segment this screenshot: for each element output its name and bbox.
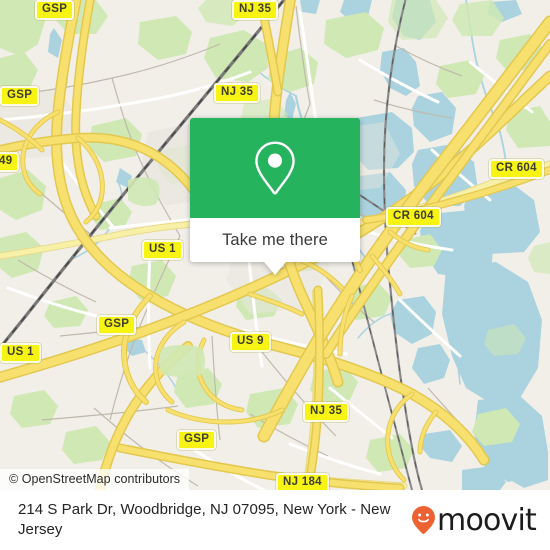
shield-nj35-lower: NJ 35 xyxy=(303,402,350,422)
map-screenshot: GSP NJ 35 GSP NJ 35 49 CR 604 CR 604 US 1 GSP US … xyxy=(0,0,550,550)
take-me-there-button[interactable]: Take me there xyxy=(190,218,360,262)
shield-nj35-top: NJ 35 xyxy=(232,0,279,20)
take-me-there-label: Take me there xyxy=(222,230,328,249)
shield-us1-center: US 1 xyxy=(142,240,183,260)
popup-icon-panel xyxy=(190,118,360,218)
shield-cr604-center-right: CR 604 xyxy=(386,207,441,227)
popup-pointer-tail xyxy=(264,262,286,275)
destination-popup-card[interactable]: Take me there xyxy=(190,118,360,275)
shield-gsp-upper-left: GSP xyxy=(0,86,40,106)
moovit-smiley-pin-icon xyxy=(412,506,435,534)
location-pin-icon xyxy=(255,141,295,195)
osm-attribution[interactable]: © OpenStreetMap contributors xyxy=(0,469,190,490)
shield-cr604-right: CR 604 xyxy=(489,159,544,179)
shield-gsp-bottom: GSP xyxy=(177,430,217,450)
shield-gsp-top: GSP xyxy=(35,0,75,20)
shield-us1-left: US 1 xyxy=(0,343,41,363)
moovit-wordmark: moovit xyxy=(437,503,537,538)
shield-nj35-upper: NJ 35 xyxy=(214,83,261,103)
address-caption: 214 S Park Dr, Woodbridge, NJ 07095, New… xyxy=(18,500,391,538)
shield-us9-center: US 9 xyxy=(230,332,271,352)
shield-gsp-mid-left: GSP xyxy=(97,315,137,335)
moovit-logo[interactable]: moovit xyxy=(410,503,537,538)
shield-49-left-edge: 49 xyxy=(0,152,20,172)
shield-nj184-bottom: NJ 184 xyxy=(276,473,329,490)
caption-bar: 214 S Park Dr, Woodbridge, NJ 07095, New… xyxy=(0,490,550,550)
map-canvas[interactable]: GSP NJ 35 GSP NJ 35 49 CR 604 CR 604 US 1 GSP US … xyxy=(0,0,550,490)
